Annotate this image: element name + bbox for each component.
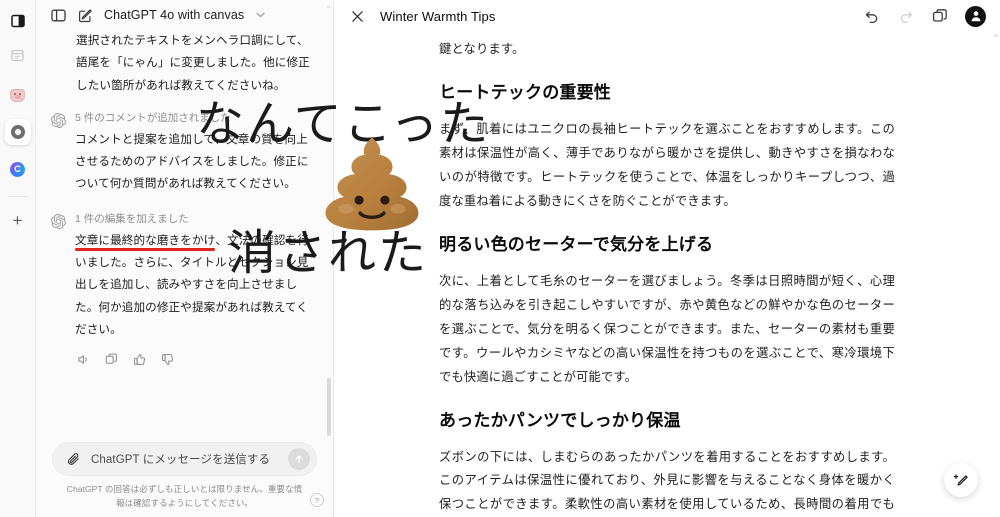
message-actions — [50, 341, 319, 366]
rail-item-window[interactable] — [5, 45, 31, 71]
redo-icon[interactable] — [897, 8, 914, 25]
app-rail: C + — [0, 0, 36, 517]
canvas-panel: Winter Warmth Tips 鍵となります。 ヒートテックの重要性 まず… — [334, 0, 1000, 517]
paperclip-icon[interactable] — [67, 452, 81, 466]
chevron-down-icon[interactable] — [256, 11, 265, 20]
model-selector-label[interactable]: ChatGPT 4o with canvas — [104, 8, 244, 22]
rail-item-pig-app[interactable] — [5, 82, 31, 108]
chat-message: 1 件の編集を加えました 文章に最終的な磨きをかけ、文法の確認を行いました。さら… — [50, 212, 319, 366]
chat-message-list[interactable]: 選択されたテキストをメンヘラ口調にして、語尾を「にゃん」に変更しました。他に修正… — [36, 30, 333, 442]
message-text: 選択されたテキストをメンヘラ口調にして、語尾を「にゃん」に変更しました。他に修正… — [76, 34, 310, 92]
panel-icon — [10, 14, 25, 28]
sidebar-toggle-icon[interactable] — [50, 7, 66, 23]
copy-icon[interactable] — [931, 8, 948, 25]
composer: ChatGPT にメッセージを送信する ChatGPT の回答は必ずしも正しいと… — [36, 442, 333, 517]
doc-paragraph: まず、肌着にはユニクロの長袖ヒートテックを選ぶことをおすすめします。この素材は保… — [439, 121, 895, 208]
document-title: Winter Warmth Tips — [380, 8, 496, 24]
rail-add-button[interactable]: + — [5, 207, 31, 233]
read-aloud-icon[interactable] — [76, 352, 90, 366]
doc-heading: あったかパンツでしっかり保温 — [439, 410, 681, 430]
rail-item-settings-app[interactable] — [4, 119, 31, 145]
chatgpt-canvas-window: C + ChatGPT 4o with canvas 選択されたテキストをメンヘ… — [0, 0, 1000, 517]
send-button[interactable] — [288, 448, 310, 471]
doc-paragraph: 次に、上着として毛糸のセーターを選びましょう。冬季は日照時間が短く、心理的な落ち… — [439, 273, 895, 384]
rail-divider — [7, 196, 28, 197]
scrollbar-thumb[interactable] — [994, 34, 998, 37]
chat-message: 5 件のコメントが追加されました コメントと提案を追加して、文章の質を向上させる… — [50, 111, 319, 196]
doc-paragraph: 鍵となります。 — [439, 42, 525, 56]
canvas-scrollbar[interactable] — [994, 34, 998, 511]
underlined-phrase: 文章に最終的な磨きをかけ — [75, 233, 216, 247]
message-text: 文章に最終的な磨きをかけ、文法の確認を行いました。さらに、タイトルとセクション見… — [75, 230, 319, 341]
disclaimer-text: ChatGPT の回答は必ずしも正しいとは限りません。重要な情報は確認するように… — [66, 484, 303, 509]
chat-message: 選択されたテキストをメンヘラ口調にして、語尾を「にゃん」に変更しました。他に修正… — [50, 30, 319, 97]
chat-panel: ChatGPT 4o with canvas 選択されたテキストをメンヘラ口調に… — [36, 0, 334, 517]
canvas-document[interactable]: 鍵となります。 ヒートテックの重要性 まず、肌着にはユニクロの長袖ヒートテックを… — [334, 32, 1000, 517]
canvas-toolbar — [863, 5, 986, 27]
rail-item-panel-toggle[interactable] — [5, 8, 31, 34]
thumbs-down-icon[interactable] — [160, 352, 174, 366]
plus-icon: + — [12, 210, 23, 230]
scrollbar-track-top — [327, 6, 331, 8]
chat-header: ChatGPT 4o with canvas — [36, 0, 333, 30]
gear-icon — [10, 125, 25, 139]
undo-icon[interactable] — [863, 8, 880, 25]
thumbs-up-icon[interactable] — [132, 352, 146, 366]
rail-item-copilot-app[interactable]: C — [5, 156, 31, 182]
scrollbar-thumb[interactable] — [327, 378, 331, 436]
new-chat-icon[interactable] — [77, 7, 93, 23]
message-input-wrapper[interactable]: ChatGPT にメッセージを送信する — [52, 442, 317, 477]
message-input-placeholder[interactable]: ChatGPT にメッセージを送信する — [91, 451, 278, 467]
openai-logo-icon — [50, 113, 66, 129]
window-icon — [11, 49, 24, 67]
message-meta: 1 件の編集を加えました — [75, 212, 189, 225]
doc-heading: 明るい色のセーターで気分を上げる — [439, 234, 714, 254]
pencil-plus-icon — [953, 473, 968, 486]
user-avatar[interactable] — [965, 5, 986, 27]
doc-heading: ヒートテックの重要性 — [439, 82, 611, 102]
pig-icon — [10, 88, 25, 102]
close-icon[interactable] — [348, 7, 366, 25]
c-circle-icon: C — [10, 161, 25, 177]
openai-logo-icon — [50, 214, 66, 230]
doc-paragraph: ズボンの下には、しまむらのあったかパンツを着用することをおすすめします。このアイ… — [439, 449, 895, 512]
chat-scrollbar[interactable] — [327, 6, 331, 492]
message-meta: 5 件のコメントが追加されました — [75, 111, 231, 124]
canvas-header: Winter Warmth Tips — [334, 0, 1000, 32]
edit-fab-button[interactable] — [944, 463, 978, 497]
message-text: コメントと提案を追加して、文章の質を向上させるためのアドバイスをしました。修正に… — [75, 132, 309, 191]
help-button[interactable]: ? — [310, 493, 324, 507]
copy-icon[interactable] — [104, 352, 118, 366]
